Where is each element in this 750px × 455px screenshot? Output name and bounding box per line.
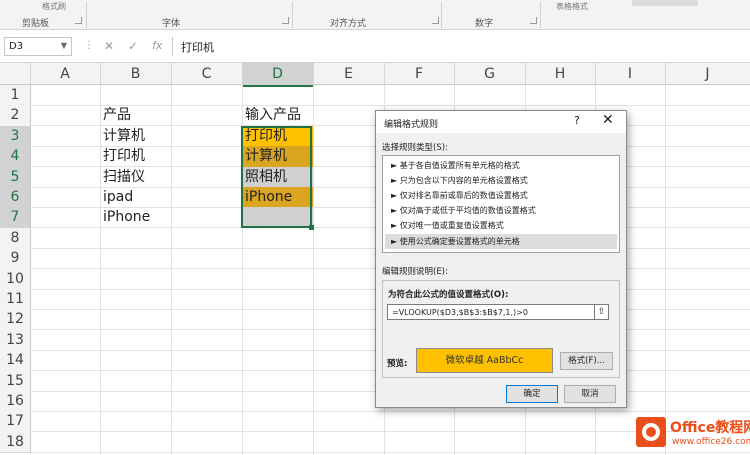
column-header-g[interactable]: G bbox=[454, 63, 526, 85]
select-rule-type-label: 选择规则类型(S): bbox=[382, 143, 448, 153]
row-header-3[interactable]: 3 bbox=[0, 125, 31, 148]
row-header-14[interactable]: 14 bbox=[0, 350, 31, 372]
edit-description-label: 编辑规则说明(E): bbox=[382, 267, 448, 277]
cell-b3[interactable]: 计算机 bbox=[100, 126, 171, 146]
watermark-line2: www.office26.com bbox=[672, 437, 750, 447]
row-header-13[interactable]: 13 bbox=[0, 329, 31, 352]
column-header-h[interactable]: H bbox=[525, 63, 596, 85]
formula-input-field[interactable]: =VLOOKUP($D3,$B$3:$B$7,1,)>0 bbox=[387, 304, 608, 320]
row-header-11[interactable]: 11 bbox=[0, 289, 31, 311]
row-header-12[interactable]: 12 bbox=[0, 309, 31, 331]
close-button[interactable]: ✕ bbox=[602, 112, 614, 128]
ribbon-separator bbox=[292, 2, 293, 28]
format-preview: 微软卓越 AaBbCc bbox=[416, 348, 553, 373]
rule-type-list: ► 基于各自值设置所有单元格的格式 ► 只为包含以下内容的单元格设置格式 ► 仅… bbox=[382, 155, 620, 253]
help-button[interactable]: ? bbox=[574, 114, 580, 127]
group-font: 字体 bbox=[162, 19, 181, 29]
cell-b4[interactable]: 打印机 bbox=[100, 146, 171, 166]
row-header-9[interactable]: 9 bbox=[0, 248, 31, 270]
column-header-a[interactable]: A bbox=[30, 63, 101, 85]
rule-type-item[interactable]: ► 仅对排名靠前或靠后的数值设置格式 bbox=[385, 188, 617, 203]
rule-type-item-selected[interactable]: ► 使用公式确定要设置格式的单元格 bbox=[385, 234, 617, 249]
rule-type-item[interactable]: ► 基于各自值设置所有单元格的格式 bbox=[385, 158, 617, 173]
cell-b2-header[interactable]: 产品 bbox=[100, 105, 171, 125]
formula-input[interactable]: 打印机 bbox=[172, 37, 750, 56]
watermark-logo: Office教程网 www.office26.com bbox=[636, 413, 750, 453]
column-header-e[interactable]: E bbox=[313, 63, 385, 85]
column-header-d[interactable]: D bbox=[242, 63, 314, 87]
number-launcher-icon[interactable] bbox=[530, 17, 537, 24]
group-alignment: 对齐方式 bbox=[330, 19, 367, 29]
format-as-table-button[interactable]: 表格格式 bbox=[556, 1, 588, 12]
dialog-title: 编辑格式规则 bbox=[376, 111, 626, 133]
fill-handle[interactable] bbox=[309, 225, 314, 230]
row-header-18[interactable]: 18 bbox=[0, 431, 31, 454]
format-button[interactable]: 格式(F)... bbox=[560, 352, 613, 370]
row-header-16[interactable]: 16 bbox=[0, 391, 31, 413]
column-header-j[interactable]: J bbox=[665, 63, 750, 85]
collapse-dialog-button[interactable]: ⇧ bbox=[594, 304, 609, 320]
cell-style-gallery[interactable] bbox=[632, 0, 698, 6]
insert-function-icon[interactable]: fx bbox=[152, 39, 162, 52]
preview-label: 预览: bbox=[387, 359, 408, 369]
edit-formatting-rule-dialog: 编辑格式规则 ? ✕ 选择规则类型(S): ► 基于各自值设置所有单元格的格式 … bbox=[375, 110, 627, 408]
cancel-icon[interactable]: ✕ bbox=[104, 39, 114, 53]
row-header-10[interactable]: 10 bbox=[0, 268, 31, 290]
cell-b6[interactable]: ipad bbox=[100, 187, 171, 207]
ribbon: 格式刷 表格格式 剪贴板 字体 对齐方式 数字 bbox=[0, 0, 750, 30]
collapse-arrow-icon: ⇧ bbox=[597, 307, 606, 317]
cell-b7[interactable]: iPhone bbox=[100, 207, 171, 227]
row-header-7[interactable]: 7 bbox=[0, 207, 31, 229]
group-clipboard: 剪贴板 bbox=[22, 19, 50, 29]
column-header-i[interactable]: I bbox=[595, 63, 666, 85]
cell-d2-header[interactable]: 输入产品 bbox=[242, 105, 322, 125]
name-box-dropdown-icon[interactable]: ▼ bbox=[61, 41, 67, 50]
row-header-5[interactable]: 5 bbox=[0, 166, 31, 188]
formula-bar-grip-icon: ⋮ bbox=[84, 40, 94, 51]
group-number: 数字 bbox=[475, 19, 494, 29]
cell-b5[interactable]: 扫描仪 bbox=[100, 167, 171, 187]
name-box-value: D3 bbox=[9, 41, 24, 52]
selection-range bbox=[241, 126, 312, 228]
column-headers: A B C D E F G H I J bbox=[0, 63, 750, 87]
rule-type-item[interactable]: ► 仅对唯一值或重复值设置格式 bbox=[385, 218, 617, 233]
ribbon-separator bbox=[540, 2, 541, 28]
clipboard-launcher-icon[interactable] bbox=[75, 17, 82, 24]
alignment-launcher-icon[interactable] bbox=[432, 17, 439, 24]
row-header-2[interactable]: 2 bbox=[0, 105, 31, 127]
column-header-b[interactable]: B bbox=[100, 63, 172, 85]
column-header-c[interactable]: C bbox=[171, 63, 243, 85]
rule-type-item[interactable]: ► 只为包含以下内容的单元格设置格式 bbox=[385, 173, 617, 188]
name-box[interactable]: D3 ▼ bbox=[4, 37, 72, 56]
font-launcher-icon[interactable] bbox=[282, 17, 289, 24]
ribbon-separator bbox=[86, 2, 87, 28]
row-header-15[interactable]: 15 bbox=[0, 370, 31, 392]
row-header-8[interactable]: 8 bbox=[0, 227, 31, 250]
format-painter-button[interactable]: 格式刷 bbox=[42, 1, 66, 12]
formula-label: 为符合此公式的值设置格式(O): bbox=[388, 290, 509, 300]
rule-type-item[interactable]: ► 仅对高于或低于平均值的数值设置格式 bbox=[385, 203, 617, 218]
select-all-corner[interactable] bbox=[0, 63, 31, 85]
ok-button[interactable]: 确定 bbox=[506, 385, 558, 403]
row-header-1[interactable]: 1 bbox=[0, 85, 31, 107]
office-o-icon bbox=[642, 423, 660, 441]
cancel-button[interactable]: 取消 bbox=[564, 385, 616, 403]
row-header-4[interactable]: 4 bbox=[0, 146, 31, 168]
row-header-6[interactable]: 6 bbox=[0, 187, 31, 209]
column-header-f[interactable]: F bbox=[384, 63, 455, 85]
watermark-line1: Office教程网 bbox=[670, 420, 750, 436]
formula-bar: D3 ▼ ⋮ ✕ ✓ fx 打印机 bbox=[0, 30, 750, 63]
enter-icon[interactable]: ✓ bbox=[128, 39, 138, 53]
row-header-17[interactable]: 17 bbox=[0, 411, 31, 433]
ribbon-separator bbox=[441, 2, 442, 28]
